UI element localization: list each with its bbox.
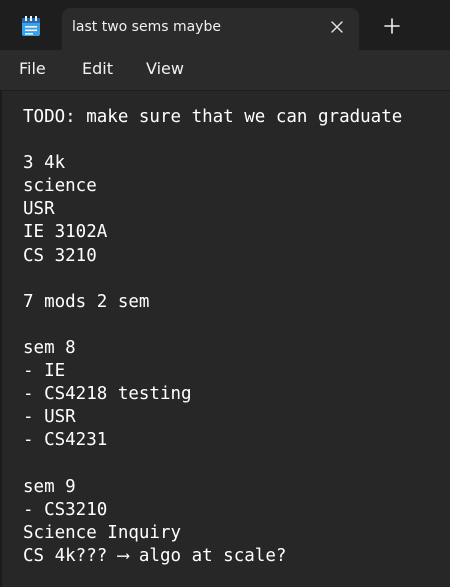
tab-title: last two sems maybe [72,19,221,35]
text-line: IE 3102A [23,222,108,243]
text-line: 7 mods 2 sem [23,291,150,312]
text-line: TODO: make sure that we can graduate [23,107,403,127]
menu-bar: File Edit View [0,50,450,90]
notepad-window: last two sems maybe File Edit View TODO:… [0,0,450,587]
text-line: 3 4k [23,153,66,174]
menu-view[interactable]: View [146,59,184,79]
tab-strip: last two sems maybe [0,0,450,50]
menu-edit[interactable]: Edit [82,59,113,79]
text-line: science [23,176,97,197]
text-editor[interactable]: TODO: make sure that we can graduate 3 4… [0,91,450,587]
text-line: USR [23,199,55,220]
tab-document[interactable]: last two sems maybe [62,8,359,50]
text-line: - USR [23,407,76,428]
text-line: - IE [23,361,66,382]
plus-icon[interactable] [383,17,401,35]
window-edge [0,91,2,587]
text-line: - CS3210 [23,499,108,520]
notepad-icon [22,16,40,36]
text-line: CS 3210 [23,245,97,266]
document-text[interactable]: TODO: make sure that we can graduate 3 4… [23,106,402,568]
text-line: sem 8 [23,337,76,358]
menu-file[interactable]: File [19,59,46,79]
text-line: CS 4k??? ⟶ algo at scale? [23,545,287,566]
text-line: - CS4231 [23,430,108,451]
close-icon[interactable] [329,19,345,35]
text-line: sem 9 [23,476,76,497]
text-line: Science Inquiry [23,522,182,543]
text-line: - CS4218 testing [23,384,192,405]
